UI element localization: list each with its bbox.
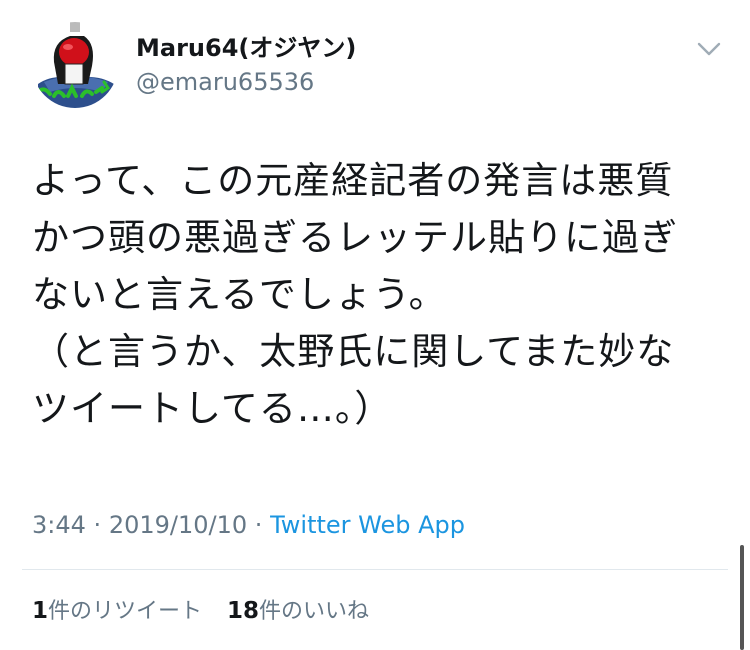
- scrollbar[interactable]: [740, 545, 744, 650]
- chevron-down-icon: [697, 42, 721, 56]
- meta-separator: ·: [93, 511, 102, 539]
- tweet-time[interactable]: 3:44: [32, 511, 86, 539]
- tweet-text-line: よって、この元産経記者の発言は悪質: [32, 159, 674, 202]
- tweet-text-line: かつ頭の悪過ぎるレッテル貼りに過ぎ: [32, 216, 678, 259]
- likes-label: 件のいいね: [259, 599, 370, 624]
- retweets-stat[interactable]: 1件のリツイート: [32, 595, 202, 628]
- divider: [22, 569, 728, 570]
- likes-count: 18: [227, 598, 260, 624]
- tweet-detail: Maru64(オジヤン) @emaru65536 よって、この元産経記者の発言は…: [0, 0, 750, 650]
- tweet-header: Maru64(オジヤン) @emaru65536: [32, 22, 722, 112]
- tweet-text-line: （と言うか、太野氏に関してまた妙な: [32, 330, 675, 373]
- tweet-stats: 1件のリツイート 18件のいいね: [32, 595, 369, 628]
- tweet-meta: 3:44 · 2019/10/10 · Twitter Web App: [32, 508, 465, 542]
- display-name[interactable]: Maru64(オジヤン): [136, 32, 356, 64]
- user-names: Maru64(オジヤン) @emaru65536: [136, 32, 356, 100]
- likes-stat[interactable]: 18件のいいね: [227, 595, 369, 628]
- tweet-text-line: ツイートしてる…。）: [32, 387, 393, 430]
- tweet-source-link[interactable]: Twitter Web App: [270, 511, 465, 539]
- retweets-count: 1: [32, 598, 49, 624]
- tweet-date[interactable]: 2019/10/10: [109, 511, 247, 539]
- retweets-label: 件のリツイート: [48, 599, 203, 624]
- avatar[interactable]: [32, 22, 118, 108]
- tweet-text-line: ないと言えるでしょう。: [32, 273, 447, 316]
- user-handle[interactable]: @emaru65536: [136, 64, 356, 100]
- tweet-text: よって、この元産経記者の発言は悪質 かつ頭の悪過ぎるレッテル貼りに過ぎ ないと言…: [32, 152, 732, 437]
- meta-separator: ·: [254, 511, 263, 539]
- avatar-icon: [32, 22, 118, 108]
- tweet-menu-button[interactable]: [696, 36, 722, 62]
